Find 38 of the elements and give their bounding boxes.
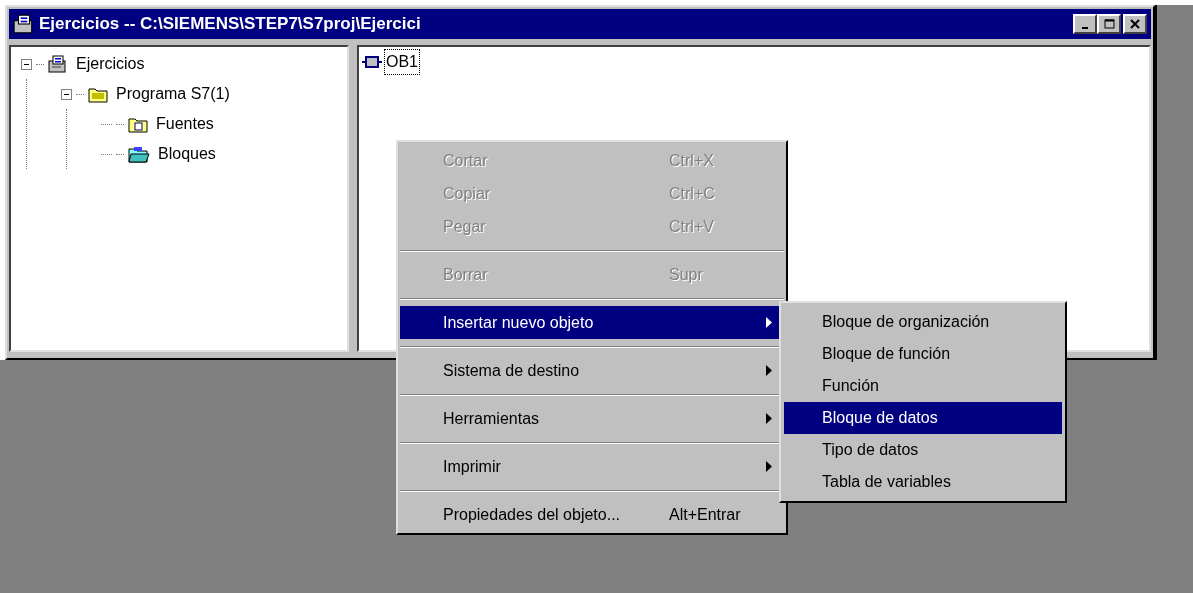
menu-item[interactable]: Bloque de datos xyxy=(784,402,1062,434)
tree-item[interactable]: Programa S7(1) xyxy=(112,82,234,106)
shortcut-label: Ctrl+V xyxy=(669,216,714,237)
open-folder-icon xyxy=(128,145,150,163)
menu-item[interactable]: Bloque de organización xyxy=(784,306,1062,338)
menu-item[interactable]: Función xyxy=(784,370,1062,402)
close-button[interactable] xyxy=(1123,14,1147,34)
menu-item[interactable]: Imprimir xyxy=(400,450,784,483)
menu-item[interactable]: Tabla de variables xyxy=(784,466,1062,498)
menu-item[interactable]: Propiedades del objeto... Alt+Entrar xyxy=(400,498,784,531)
submenu-arrow-icon xyxy=(766,365,772,376)
maximize-icon xyxy=(1103,19,1115,29)
cabinet-icon xyxy=(13,13,35,35)
submenu-arrow-icon xyxy=(766,413,772,424)
window-title: Ejercicios -- C:\SIEMENS\STEP7\S7proj\Ejercici xyxy=(39,13,421,36)
block-icon xyxy=(362,55,382,69)
minimize-icon xyxy=(1082,27,1088,29)
object-item[interactable]: OB1 xyxy=(384,49,420,75)
menu-item[interactable]: Tipo de datos xyxy=(784,434,1062,466)
minimize-button[interactable] xyxy=(1073,14,1097,34)
cabinet-icon xyxy=(48,55,68,73)
tree-item[interactable]: Bloques xyxy=(154,142,220,166)
tree-item[interactable]: Fuentes xyxy=(152,112,218,136)
tree-item[interactable]: Ejercicios xyxy=(72,52,149,76)
menu-item[interactable]: Herramientas xyxy=(400,402,784,435)
submenu-arrow-icon xyxy=(766,317,772,328)
folder-icon xyxy=(88,85,108,103)
close-icon xyxy=(1130,19,1140,29)
collapse-box[interactable] xyxy=(61,88,72,100)
shortcut-label: Supr xyxy=(669,264,703,285)
shortcut-label: Alt+Entrar xyxy=(669,504,741,525)
maximize-button[interactable] xyxy=(1097,14,1121,34)
submenu-arrow-icon xyxy=(766,461,772,472)
shortcut-label: Ctrl+C xyxy=(669,183,715,204)
menu-item[interactable]: Bloque de función xyxy=(784,338,1062,370)
collapse-box[interactable] xyxy=(21,58,32,70)
shortcut-label: Ctrl+X xyxy=(669,150,714,171)
folder-icon xyxy=(128,115,148,133)
